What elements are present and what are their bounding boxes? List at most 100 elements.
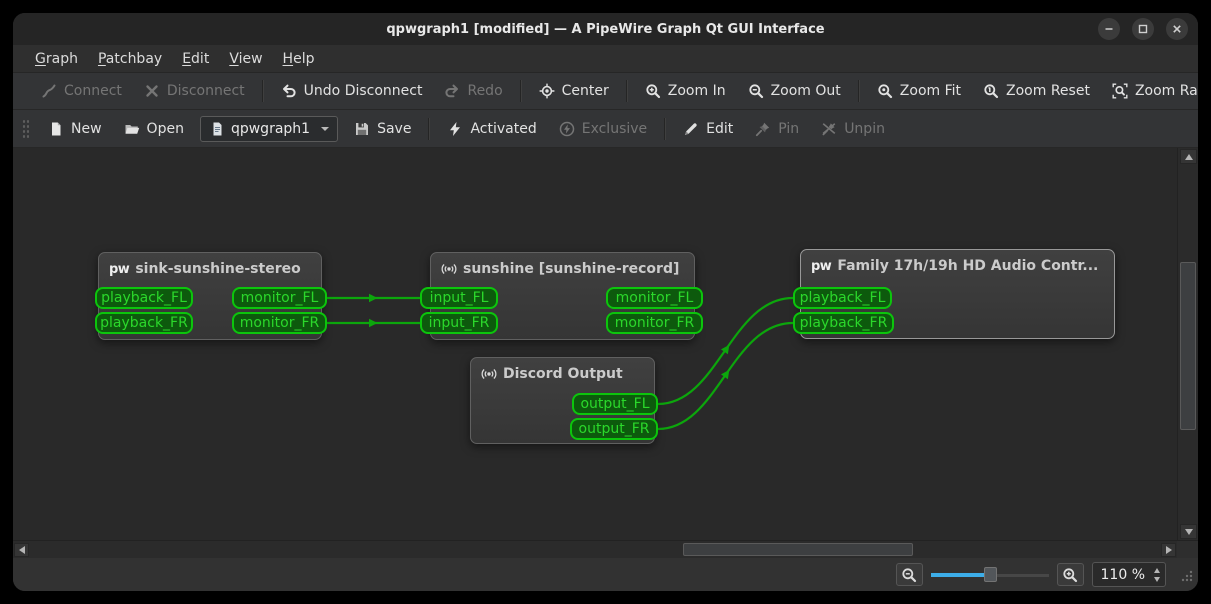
toolbar-patchbay: New Open qpwgraph1 Save Activated Exclusive Ed… bbox=[13, 110, 1198, 148]
arrow-left-icon bbox=[18, 546, 25, 554]
center-button[interactable]: Center bbox=[529, 78, 619, 104]
boltcircle-icon bbox=[559, 121, 575, 137]
connect-button: Connect bbox=[31, 78, 132, 104]
exclusive-label: Exclusive bbox=[581, 120, 648, 137]
save-label: Save bbox=[377, 120, 412, 137]
zoom-slider-fill bbox=[930, 572, 990, 577]
connect-icon bbox=[41, 83, 57, 99]
zoom-reset-button[interactable]: Zoom Reset bbox=[973, 78, 1100, 104]
zoom-out-label: Zoom Out bbox=[770, 83, 841, 99]
zoomin-icon bbox=[645, 83, 661, 99]
zoom-range-label: Zoom Range bbox=[1134, 83, 1198, 99]
edit-button[interactable]: Edit bbox=[673, 116, 743, 142]
zoom-out-button[interactable] bbox=[895, 563, 923, 586]
disconnect-icon bbox=[144, 83, 160, 99]
new-label: New bbox=[71, 120, 102, 137]
pin-icon bbox=[755, 121, 771, 137]
scroll-left-button[interactable] bbox=[14, 543, 29, 557]
new-button[interactable]: New bbox=[38, 116, 112, 142]
scrollbar-corner bbox=[1177, 540, 1198, 558]
save-button[interactable]: Save bbox=[344, 116, 421, 142]
spin-down-button[interactable] bbox=[1154, 576, 1160, 582]
node-title: sunshine [sunshine-record] bbox=[463, 261, 680, 277]
canvas-area: pw sink-sunshine-stereo playback_FL playbac… bbox=[13, 148, 1198, 540]
scroll-right-button[interactable] bbox=[1161, 543, 1176, 557]
zoom-fit-button[interactable]: Zoom Fit bbox=[867, 78, 971, 104]
port-monitor_FL[interactable]: monitor_FL bbox=[232, 287, 327, 309]
save-icon bbox=[354, 121, 370, 137]
port-monitor_FR[interactable]: monitor_FR bbox=[606, 312, 703, 334]
zoomout-icon bbox=[748, 83, 764, 99]
zoom-in-label: Zoom In bbox=[667, 83, 726, 99]
close-button[interactable] bbox=[1166, 18, 1188, 40]
node-header: sunshine [sunshine-record] bbox=[431, 253, 694, 277]
edit-label: Edit bbox=[706, 120, 734, 137]
port-playback_FR[interactable]: playback_FR bbox=[793, 312, 894, 334]
zoomrange-icon bbox=[1112, 83, 1128, 99]
filedoc-icon bbox=[209, 121, 225, 137]
menu-edit[interactable]: Edit bbox=[172, 48, 219, 70]
close-icon bbox=[1169, 21, 1185, 37]
pw-icon: pw bbox=[109, 261, 130, 277]
zoom-range-button[interactable]: Zoom Range bbox=[1102, 78, 1198, 104]
spin-buttons bbox=[1152, 567, 1162, 582]
zoom-in-button[interactable]: Zoom In bbox=[635, 78, 736, 104]
chevron-down-icon bbox=[321, 126, 330, 135]
title-bar: qpwgraph1 [modified] — A PipeWire Graph … bbox=[13, 13, 1198, 45]
port-playback_FL[interactable]: playback_FL bbox=[793, 287, 892, 309]
open-button[interactable]: Open bbox=[114, 116, 194, 142]
port-input_FL[interactable]: input_FL bbox=[420, 287, 498, 309]
menu-patchbay[interactable]: Patchbay bbox=[88, 48, 172, 70]
exclusive-button: Exclusive bbox=[549, 116, 657, 142]
graph-canvas[interactable]: pw sink-sunshine-stereo playback_FL playbac… bbox=[13, 148, 1177, 540]
node-header: pw Family 17h/19h HD Audio Contr... bbox=[801, 250, 1114, 274]
undo-label: Undo Disconnect bbox=[303, 83, 423, 99]
zoom-slider[interactable] bbox=[930, 565, 1049, 585]
disconnect-label: Disconnect bbox=[166, 83, 245, 99]
scroll-up-button[interactable] bbox=[1180, 149, 1197, 164]
zoom-reset-label: Zoom Reset bbox=[1006, 83, 1090, 99]
port-input_FR[interactable]: input_FR bbox=[420, 312, 498, 334]
maximize-button[interactable] bbox=[1132, 18, 1154, 40]
activated-label: Activated bbox=[470, 120, 537, 137]
spin-up-button[interactable] bbox=[1154, 567, 1160, 573]
port-monitor_FL[interactable]: monitor_FL bbox=[606, 287, 703, 309]
minimize-icon bbox=[1101, 21, 1117, 37]
port-output_FL[interactable]: output_FL bbox=[572, 393, 658, 415]
toolbar-drag-handle[interactable] bbox=[22, 118, 29, 139]
vertical-scrollbar-thumb[interactable] bbox=[1180, 262, 1196, 430]
unpin-label: Unpin bbox=[844, 120, 885, 137]
activated-button[interactable]: Activated bbox=[437, 116, 546, 142]
patchbay-file-value: qpwgraph1 bbox=[230, 120, 311, 137]
resize-grip-icon bbox=[1181, 570, 1193, 582]
zoom-slider-handle[interactable] bbox=[983, 566, 997, 582]
connection-arrow-icon bbox=[369, 318, 378, 328]
menu-bar: Graph Patchbay Edit View Help bbox=[13, 45, 1198, 73]
port-playback_FL[interactable]: playback_FL bbox=[95, 287, 193, 309]
port-output_FR[interactable]: output_FR bbox=[570, 418, 658, 440]
toolbar-separator bbox=[857, 80, 860, 102]
zoom-in-button[interactable] bbox=[1056, 563, 1084, 586]
open-label: Open bbox=[146, 120, 184, 137]
zoom-out-button[interactable]: Zoom Out bbox=[738, 78, 851, 104]
open-icon bbox=[124, 121, 140, 137]
patchbay-file-combobox[interactable]: qpwgraph1 bbox=[199, 115, 339, 142]
scroll-down-button[interactable] bbox=[1180, 524, 1197, 539]
menu-graph[interactable]: Graph bbox=[25, 48, 88, 70]
minimize-button[interactable] bbox=[1098, 18, 1120, 40]
connection-wires bbox=[327, 293, 794, 431]
horizontal-scrollbar[interactable] bbox=[13, 540, 1177, 558]
bolt-icon bbox=[447, 121, 463, 137]
port-monitor_FR[interactable]: monitor_FR bbox=[232, 312, 327, 334]
center-label: Center bbox=[561, 83, 609, 99]
vertical-scrollbar[interactable] bbox=[1177, 148, 1198, 540]
unpin-button: Unpin bbox=[811, 116, 895, 142]
resize-grip[interactable] bbox=[1180, 568, 1194, 587]
horizontal-scrollbar-thumb[interactable] bbox=[683, 543, 913, 556]
zoomreset-icon bbox=[983, 83, 999, 99]
port-playback_FR[interactable]: playback_FR bbox=[95, 312, 193, 334]
menu-view[interactable]: View bbox=[219, 48, 272, 70]
menu-help[interactable]: Help bbox=[273, 48, 325, 70]
undo-button[interactable]: Undo Disconnect bbox=[271, 78, 433, 104]
zoom-spinbox[interactable]: 110 % bbox=[1091, 562, 1166, 587]
